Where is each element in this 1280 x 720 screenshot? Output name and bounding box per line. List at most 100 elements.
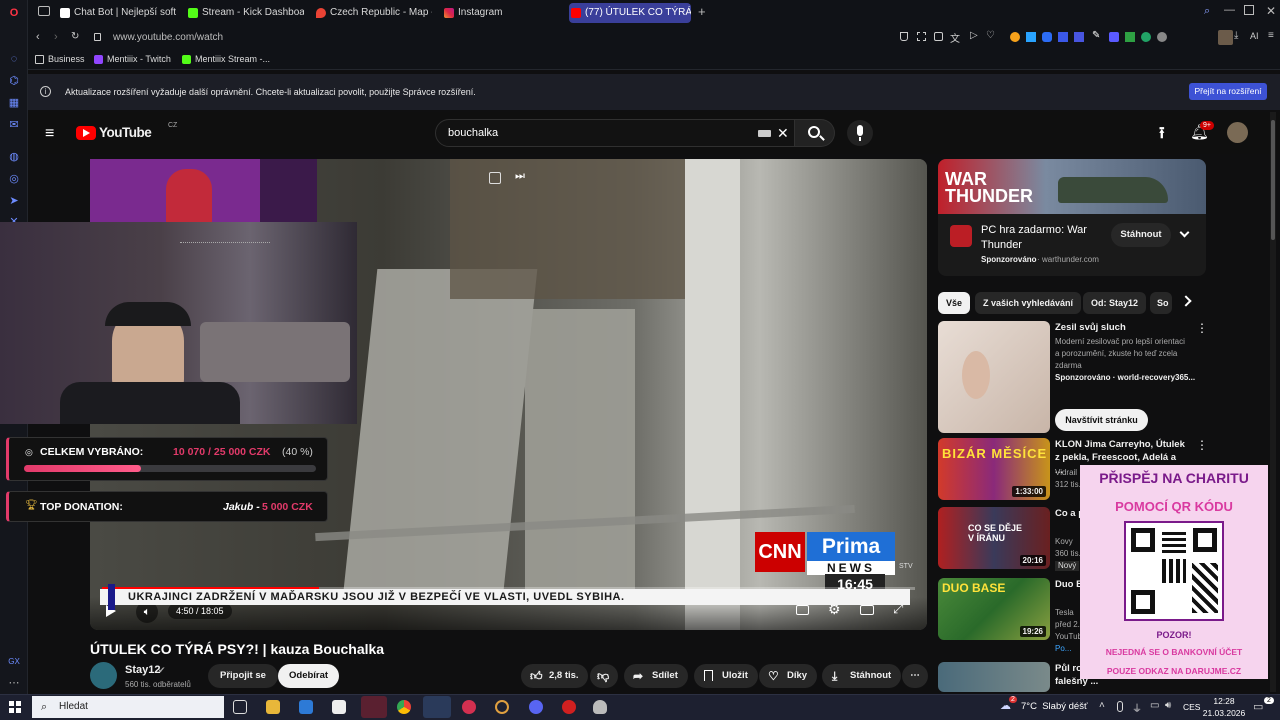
extension-8-icon[interactable] xyxy=(1141,32,1151,42)
close-window-icon[interactable]: ✕ xyxy=(1266,4,1276,18)
opera-taskbar-active[interactable] xyxy=(361,696,387,718)
subtitles-icon[interactable] xyxy=(796,605,809,615)
go-to-extensions-button[interactable]: Přejít na rozšíření xyxy=(1189,83,1267,100)
taskbar-search[interactable]: ⌕ Hledat xyxy=(32,696,224,718)
war-thunder-ad[interactable]: WAR THUNDER PC hra zadarmo: War Thunder … xyxy=(938,159,1206,276)
outlook-icon[interactable] xyxy=(299,700,313,714)
notification-center-icon[interactable]: ▭ xyxy=(1253,700,1263,713)
more-icon[interactable]: ⋯ xyxy=(7,676,21,690)
share-button[interactable]: ➦ Sdílet xyxy=(624,664,688,688)
extensions-puzzle-icon[interactable] xyxy=(1157,32,1167,42)
download-icon[interactable]: ⤓ xyxy=(1234,30,1238,41)
whatsapp-icon[interactable]: ◎ xyxy=(7,172,21,186)
tab-instagram[interactable]: Instagram xyxy=(442,3,560,23)
extension-3-icon[interactable] xyxy=(1042,32,1052,42)
extension-5-icon[interactable] xyxy=(1074,32,1084,42)
miniplayer-icon[interactable] xyxy=(489,172,501,184)
aria-icon[interactable]: ⌬ xyxy=(7,74,21,88)
tab-chat-bot[interactable]: Chat Bot | Nejlepší softwa xyxy=(58,3,176,23)
search-button[interactable] xyxy=(795,119,835,147)
visit-site-button[interactable]: Navštívit stránku xyxy=(1055,409,1148,431)
chip-from-searches[interactable]: Z vašich vyhledávání xyxy=(975,292,1082,314)
snapshot-icon[interactable] xyxy=(917,32,926,41)
keyboard-language[interactable]: CES xyxy=(1183,702,1200,712)
speed-dial-icon[interactable]: ◌ xyxy=(7,52,21,66)
clock-date[interactable]: 21.03.2026 xyxy=(1200,708,1248,718)
tray-usb-icon[interactable]: ⏚ xyxy=(1132,700,1142,715)
minimize-icon[interactable]: — xyxy=(1224,4,1235,16)
bookmark-kick[interactable]: Mentiiix Stream -... xyxy=(182,54,270,64)
heart-icon[interactable]: ♡ xyxy=(986,30,995,41)
clear-search-icon[interactable]: ✕ xyxy=(777,125,789,142)
download-button[interactable]: ⤓ Stáhnout xyxy=(822,664,902,688)
qr-code[interactable] xyxy=(1124,521,1224,621)
chip-from-channel[interactable]: Od: Stay12 xyxy=(1083,292,1147,314)
forward-icon[interactable]: › xyxy=(54,31,58,43)
dislike-button[interactable]: 👎︎ xyxy=(590,664,618,688)
url-input[interactable]: www.youtube.com/watch xyxy=(113,32,223,43)
tray-volume-icon[interactable]: 🔊︎ xyxy=(1165,700,1171,711)
opera-logo-icon[interactable]: O xyxy=(7,6,21,20)
translate-icon[interactable]: 文 xyxy=(950,30,960,45)
subscribe-button[interactable]: Odebírat xyxy=(278,664,340,688)
gx-icon[interactable]: GX xyxy=(7,655,21,669)
page-scrollbar[interactable] xyxy=(1270,112,1276,692)
extension-6-icon[interactable] xyxy=(1109,32,1119,42)
tab-search-icon[interactable]: ⌕ xyxy=(1204,5,1210,18)
menu-icon[interactable]: ≡ xyxy=(1268,30,1274,41)
theater-mode-icon[interactable] xyxy=(860,605,874,615)
telegram-icon[interactable]: ➤ xyxy=(7,194,21,208)
tab-kick-dashboard[interactable]: Stream - Kick Dashboard xyxy=(186,3,304,23)
chip-all[interactable]: Vše xyxy=(938,292,971,314)
tab-overview-icon[interactable] xyxy=(38,6,50,16)
channel-avatar[interactable] xyxy=(90,662,117,689)
tab-youtube-active[interactable]: (77) ÚTULEK CO TÝRÁ PS xyxy=(569,3,691,23)
tab-google-maps[interactable]: Czech Republic - Map - G xyxy=(314,3,432,23)
messenger-icon[interactable]: ◍ xyxy=(7,150,21,164)
extension-7-icon[interactable] xyxy=(1125,32,1135,42)
profile-avatar-icon[interactable] xyxy=(1218,30,1233,45)
reload-icon[interactable]: ↻ xyxy=(71,31,79,42)
account-avatar[interactable] xyxy=(1227,122,1248,143)
upload-icon[interactable]: ⭱ xyxy=(1159,122,1165,149)
pen-icon[interactable]: ✎ xyxy=(1092,30,1100,41)
scrollbar-thumb[interactable] xyxy=(1271,120,1275,240)
join-button[interactable]: Připojit se xyxy=(208,664,278,688)
media-player-icon[interactable] xyxy=(462,700,476,714)
voice-search-button[interactable] xyxy=(847,120,873,146)
obs-icon[interactable] xyxy=(562,700,576,714)
hamburger-menu-icon[interactable]: ≡ xyxy=(45,125,54,143)
ad-download-button[interactable]: Stáhnout xyxy=(1111,223,1171,247)
pin-icon[interactable] xyxy=(900,32,908,41)
extension-1-icon[interactable] xyxy=(1010,32,1020,42)
tray-mic-icon[interactable] xyxy=(1117,701,1123,712)
channel-name[interactable]: Stay12 xyxy=(125,664,160,676)
sponsored-recommendation[interactable]: Zesil svůj sluch Moderní zesilovač pro l… xyxy=(938,321,1208,433)
tray-network-icon[interactable]: ▭ xyxy=(1150,700,1159,711)
store-icon[interactable] xyxy=(332,700,346,714)
shield-app-icon[interactable] xyxy=(593,700,607,714)
extension-2-icon[interactable] xyxy=(1026,32,1036,42)
chrome-icon[interactable] xyxy=(397,700,411,714)
thanks-button[interactable]: ♡ Díky xyxy=(759,664,818,688)
app-icon[interactable] xyxy=(495,700,509,714)
bookmark-twitch[interactable]: Mentiiix - Twitch xyxy=(94,54,171,64)
mail-icon[interactable]: ✉ xyxy=(7,118,21,132)
file-explorer-icon[interactable] xyxy=(266,700,280,714)
new-tab-icon[interactable]: + xyxy=(698,5,706,19)
chip-partial[interactable]: So xyxy=(1150,292,1172,314)
tray-chevron-icon[interactable]: ˄ xyxy=(1099,700,1105,711)
back-icon[interactable]: ‹ xyxy=(36,31,40,43)
play-icon[interactable]: ▷ xyxy=(970,30,978,41)
search-input[interactable]: bouchalka xyxy=(448,127,498,139)
like-button[interactable]: 👍︎ 2,8 tis. xyxy=(521,664,588,688)
bookmark-business[interactable]: Business xyxy=(35,54,85,64)
windows-start-icon[interactable] xyxy=(9,701,21,713)
search-box[interactable]: bouchalka ✕ xyxy=(435,119,795,147)
clock-time[interactable]: 12:28 xyxy=(1204,696,1244,706)
chevron-down-icon[interactable] xyxy=(1179,227,1190,238)
keyboard-icon[interactable] xyxy=(758,130,771,137)
steam-taskbar-active[interactable] xyxy=(423,696,451,718)
save-button[interactable]: Uložit xyxy=(694,664,758,688)
discord-icon[interactable] xyxy=(529,700,543,714)
